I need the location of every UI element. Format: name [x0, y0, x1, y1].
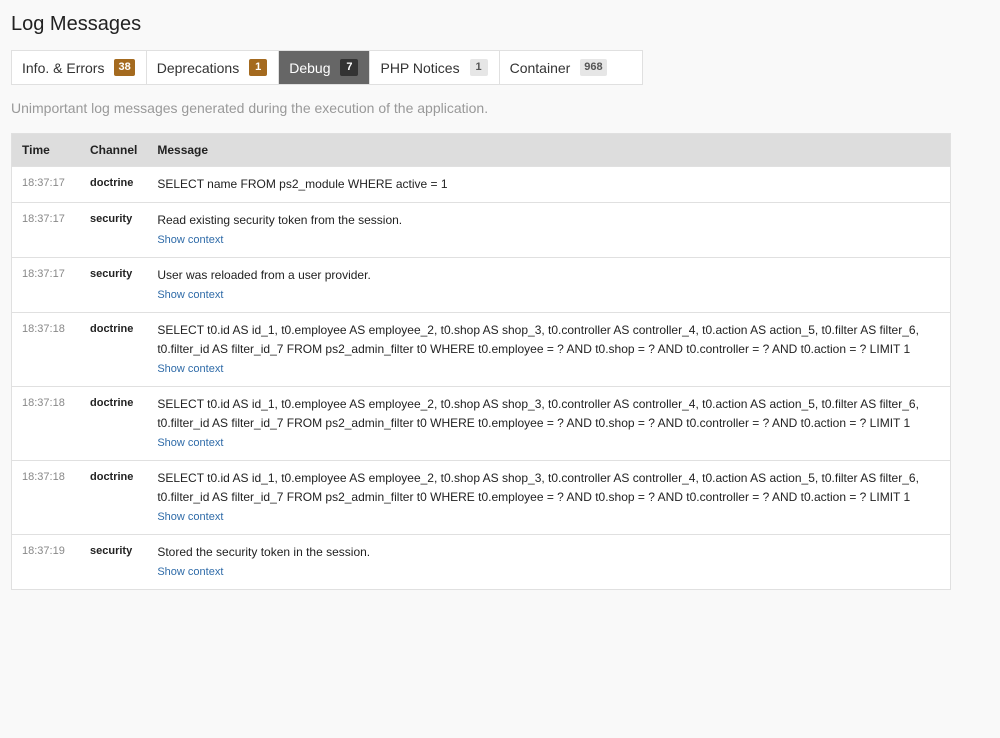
log-time: 18:37:18	[11, 460, 80, 535]
show-context-link[interactable]: Show context	[157, 288, 223, 303]
log-channel: doctrine	[80, 166, 148, 203]
log-message-cell: SELECT name FROM ps2_module WHERE active…	[147, 166, 951, 203]
tab-count-badge: 968	[580, 59, 607, 76]
table-row: 18:37:19 security Stored the security to…	[11, 534, 951, 590]
tab-label: Deprecations	[156, 59, 240, 76]
log-time: 18:37:17	[11, 257, 80, 313]
tab-label: Info. & Errors	[22, 59, 105, 76]
log-messages-panel: Log Messages Info. & Errors 38 Deprecati…	[11, 0, 951, 590]
page-title: Log Messages	[11, 13, 142, 35]
table-row: 18:37:17 security Read existing security…	[11, 202, 951, 258]
log-time: 18:37:19	[11, 534, 80, 590]
tab-info-errors[interactable]: Info. & Errors 38	[12, 51, 147, 84]
table-row: 18:37:17 security User was reloaded from…	[11, 257, 951, 313]
log-rows: 18:37:17 doctrine SELECT name FROM ps2_m…	[11, 166, 951, 590]
log-message: SELECT t0.id AS id_1, t0.employee AS emp…	[157, 471, 919, 504]
log-channel: security	[80, 534, 148, 590]
table-header-row: Time Channel Message	[11, 133, 951, 167]
log-time: 18:37:17	[11, 202, 80, 258]
log-message: SELECT t0.id AS id_1, t0.employee AS emp…	[157, 397, 919, 430]
log-time: 18:37:17	[11, 166, 80, 203]
log-message: Read existing security token from the se…	[157, 213, 403, 227]
log-message-cell: User was reloaded from a user provider. …	[147, 257, 951, 313]
log-channel: doctrine	[80, 312, 148, 387]
show-context-link[interactable]: Show context	[157, 362, 223, 377]
log-message-cell: Stored the security token in the session…	[147, 534, 951, 590]
log-message: Stored the security token in the session…	[157, 545, 371, 559]
log-channel: security	[80, 257, 148, 313]
tab-debug[interactable]: Debug 7	[279, 51, 371, 84]
tab-description: Unimportant log messages generated durin…	[11, 100, 489, 116]
log-message-cell: SELECT t0.id AS id_1, t0.employee AS emp…	[147, 386, 951, 461]
log-table: Time Channel Message 18:37:17 doctrine S…	[11, 133, 951, 590]
tab-deprecations[interactable]: Deprecations 1	[147, 51, 280, 84]
tab-container[interactable]: Container 968	[500, 51, 618, 84]
table-row: 18:37:17 doctrine SELECT name FROM ps2_m…	[11, 166, 951, 203]
log-time: 18:37:18	[11, 386, 80, 461]
show-context-link[interactable]: Show context	[157, 436, 223, 451]
show-context-link[interactable]: Show context	[157, 565, 223, 580]
tab-count-badge: 1	[469, 59, 488, 76]
tab-label: Debug	[289, 59, 331, 76]
log-message-cell: SELECT t0.id AS id_1, t0.employee AS emp…	[147, 460, 951, 535]
log-message: SELECT t0.id AS id_1, t0.employee AS emp…	[157, 323, 919, 356]
log-message: User was reloaded from a user provider.	[157, 268, 371, 282]
log-message: SELECT name FROM ps2_module WHERE active…	[157, 177, 448, 191]
tab-count-badge: 38	[114, 59, 135, 76]
show-context-link[interactable]: Show context	[157, 233, 223, 248]
log-time: 18:37:18	[11, 312, 80, 387]
show-context-link[interactable]: Show context	[157, 510, 223, 525]
table-row: 18:37:18 doctrine SELECT t0.id AS id_1, …	[11, 460, 951, 535]
tab-count-badge: 1	[249, 59, 268, 76]
log-channel: doctrine	[80, 460, 148, 535]
log-message-cell: SELECT t0.id AS id_1, t0.employee AS emp…	[147, 312, 951, 387]
tab-label: PHP Notices	[380, 59, 460, 76]
log-message-cell: Read existing security token from the se…	[147, 202, 951, 258]
tab-label: Container	[509, 59, 571, 76]
column-header-message: Message	[147, 133, 951, 167]
table-row: 18:37:18 doctrine SELECT t0.id AS id_1, …	[11, 312, 951, 387]
table-row: 18:37:18 doctrine SELECT t0.id AS id_1, …	[11, 386, 951, 461]
column-header-time: Time	[11, 133, 80, 167]
column-header-channel: Channel	[80, 133, 148, 167]
tab-php-notices[interactable]: PHP Notices 1	[370, 51, 500, 84]
log-tabs: Info. & Errors 38 Deprecations 1 Debug 7…	[11, 50, 643, 85]
tab-count-badge: 7	[340, 59, 359, 76]
log-channel: security	[80, 202, 148, 258]
log-channel: doctrine	[80, 386, 148, 461]
